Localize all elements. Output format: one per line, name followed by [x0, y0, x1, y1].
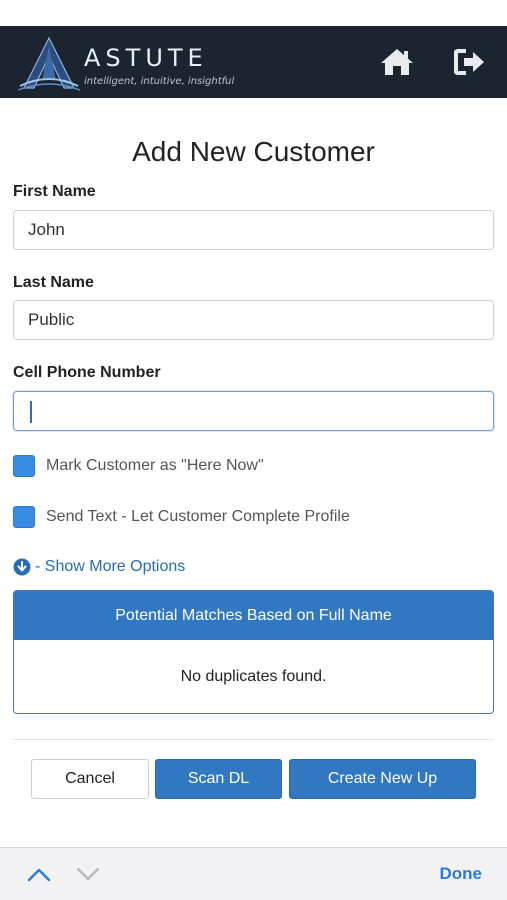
cell-phone-label: Cell Phone Number: [13, 364, 161, 381]
home-icon: [381, 49, 413, 75]
sign-out-icon: [454, 49, 484, 75]
send-text-option[interactable]: Send Text - Let Customer Complete Profil…: [13, 504, 350, 530]
logout-button[interactable]: [448, 40, 492, 84]
show-more-options-label: - Show More Options: [35, 558, 186, 575]
here-now-label: Mark Customer as "Here Now": [46, 457, 264, 474]
first-name-label: First Name: [13, 183, 96, 200]
brand-name: ASTUTE: [84, 44, 208, 72]
astute-logo: ASTUTE intelligent, intuitive, insightfu…: [14, 34, 234, 92]
text-cursor: [30, 401, 32, 423]
last-name-input[interactable]: [13, 300, 494, 340]
chevron-down-icon[interactable]: [73, 862, 103, 886]
arrow-circle-down-icon: [13, 558, 31, 576]
logo-mark-icon: [18, 36, 80, 91]
cell-phone-input[interactable]: [13, 391, 494, 431]
send-text-label: Send Text - Let Customer Complete Profil…: [46, 508, 350, 525]
show-more-options-link[interactable]: - Show More Options: [13, 555, 185, 579]
scan-dl-button[interactable]: Scan DL: [155, 759, 282, 799]
chevron-up-icon[interactable]: [24, 862, 54, 886]
no-duplicates-message: No duplicates found.: [180, 667, 327, 685]
potential-matches-panel: Potential Matches Based on Full Name No …: [13, 590, 494, 714]
here-now-option[interactable]: Mark Customer as "Here Now": [13, 453, 264, 479]
here-now-checkbox[interactable]: [13, 455, 35, 477]
send-text-checkbox[interactable]: [13, 506, 35, 528]
keyboard-toolbar: Done: [0, 847, 507, 900]
home-button[interactable]: [375, 40, 419, 84]
potential-matches-header: Potential Matches Based on Full Name: [14, 591, 493, 640]
cancel-button[interactable]: Cancel: [31, 759, 149, 799]
page-title: Add New Customer: [132, 136, 375, 167]
first-name-input[interactable]: [13, 210, 494, 250]
app-header: ASTUTE intelligent, intuitive, insightfu…: [0, 26, 507, 98]
brand-tagline: intelligent, intuitive, insightful: [84, 76, 235, 87]
status-bar-area: [0, 0, 507, 26]
done-button[interactable]: Done: [440, 864, 483, 884]
last-name-label: Last Name: [13, 274, 94, 291]
create-new-up-button[interactable]: Create New Up: [289, 759, 476, 799]
divider: [13, 739, 494, 740]
